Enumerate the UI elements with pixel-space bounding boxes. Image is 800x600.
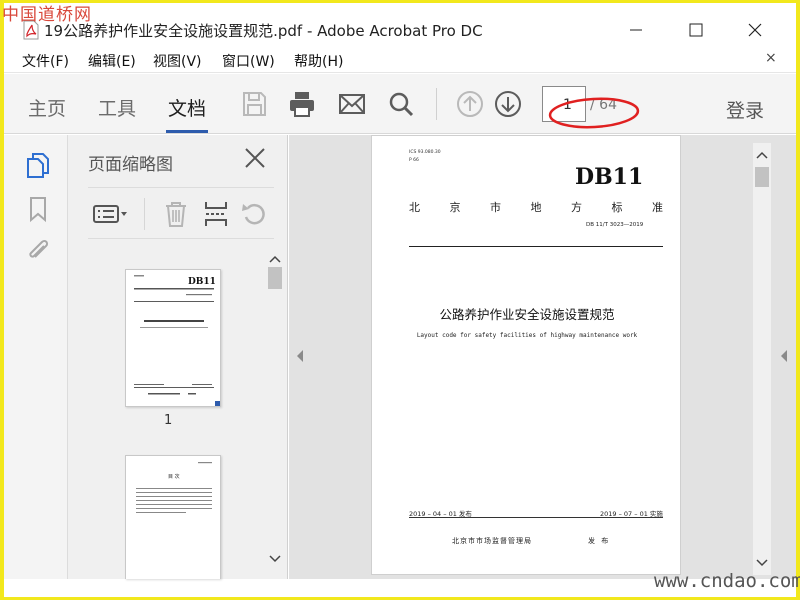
- panel-title: 页面缩略图: [88, 155, 173, 175]
- rotate-page-icon[interactable]: [240, 200, 268, 228]
- page-title-en: Layout code for safety facilities of hig…: [416, 332, 638, 339]
- page-title-cn: 公路养护作业安全设施设置规范: [439, 307, 615, 322]
- previous-page-icon[interactable]: [456, 90, 484, 118]
- page-issue-word: 发 布: [588, 537, 611, 545]
- collapse-left-panel-icon[interactable]: [295, 349, 305, 363]
- bookmarks-icon[interactable]: [24, 195, 52, 223]
- close-panel-icon[interactable]: [242, 145, 268, 171]
- expand-right-panel-icon[interactable]: [779, 349, 789, 363]
- standard-char: 北: [409, 201, 420, 214]
- toolbar-separator: [436, 88, 437, 120]
- insert-page-icon[interactable]: [202, 200, 230, 228]
- delete-page-icon[interactable]: [162, 200, 190, 228]
- tab-home[interactable]: 主页: [28, 94, 66, 121]
- page-thumbnail-2[interactable]: 目 次: [125, 455, 221, 579]
- watermark-top-left: 中国道桥网: [2, 5, 92, 25]
- tab-document[interactable]: 文档: [168, 94, 206, 121]
- thumbnail-toolbar-separator: [144, 198, 145, 230]
- next-page-icon[interactable]: [494, 90, 522, 118]
- doc-scroll-down-icon[interactable]: [755, 557, 769, 569]
- active-tab-indicator: [166, 130, 208, 133]
- page-rule-top: [409, 246, 663, 247]
- scroll-up-icon[interactable]: [268, 253, 282, 265]
- selected-page-marker: [215, 401, 220, 406]
- standard-char: 京: [449, 201, 461, 214]
- standard-char: 标: [611, 201, 623, 214]
- menu-bar: 文件(F) 编辑(E) 视图(V) 窗口(W) 帮助(H) ×: [4, 45, 796, 73]
- minimize-button[interactable]: [616, 15, 656, 45]
- standard-char: 方: [571, 201, 582, 214]
- page-issuer: 北京市市场监督管理局: [452, 537, 532, 545]
- page-rule-bottom: [409, 517, 663, 518]
- window-title: 19公路养护作业安全设施设置规范.pdf - Adobe Acrobat Pro…: [44, 22, 483, 40]
- save-icon[interactable]: [240, 90, 268, 118]
- thumbnail-1-heading: DB11: [188, 277, 216, 287]
- red-annotation-ellipse: [548, 97, 640, 129]
- page-standard-title: 北 京 市 地 方 标 准: [409, 199, 663, 215]
- attachments-icon[interactable]: [24, 237, 52, 265]
- page-class-code: P 66: [409, 158, 419, 163]
- menu-view[interactable]: 视图(V): [153, 51, 202, 71]
- menu-edit[interactable]: 编辑(E): [88, 51, 136, 71]
- maximize-button[interactable]: [676, 15, 716, 45]
- thumbnail-toolbar: [88, 187, 274, 239]
- minimize-icon: [630, 29, 642, 31]
- standard-char: 地: [530, 201, 542, 214]
- thumbnail-scrollbar[interactable]: [266, 247, 284, 577]
- watermark-bottom-right: www.cndao.com: [654, 570, 800, 592]
- main-toolbar: 主页 工具 文档 1 / 64 登录: [4, 74, 796, 134]
- email-icon[interactable]: [338, 90, 366, 118]
- menu-file[interactable]: 文件(F): [22, 51, 69, 71]
- document-scroll-thumb[interactable]: [755, 167, 769, 187]
- page-ics: ICS 93.080.30: [409, 150, 441, 155]
- page-thumbnails-panel: 页面缩略图 DB11 1 目 次: [68, 135, 288, 579]
- navigation-rail: [4, 135, 68, 579]
- page-thumbnail-1[interactable]: DB11: [125, 269, 221, 407]
- maximize-icon: [689, 23, 703, 37]
- doc-scroll-up-icon[interactable]: [755, 149, 769, 161]
- standard-char: 市: [490, 201, 501, 214]
- close-document-icon[interactable]: ×: [765, 50, 777, 66]
- thumbnail-1-label: 1: [164, 413, 173, 428]
- close-icon: [748, 23, 762, 37]
- menu-window[interactable]: 窗口(W): [222, 51, 275, 71]
- page-standard-code: DB 11/T 3023—2019: [586, 222, 644, 228]
- print-icon[interactable]: [288, 90, 316, 118]
- thumbnail-scroll-thumb[interactable]: [268, 267, 282, 289]
- document-scrollbar[interactable]: [753, 143, 771, 575]
- tab-tools[interactable]: 工具: [98, 94, 136, 121]
- document-view: ICS 93.080.30 P 66 DB11 北 京 市 地 方 标 准 DB…: [289, 135, 796, 579]
- standard-char: 准: [652, 201, 663, 214]
- thumbnail-2-heading: 目 次: [168, 473, 180, 480]
- title-bar: 19公路养护作业安全设施设置规范.pdf - Adobe Acrobat Pro…: [4, 3, 796, 45]
- page-thumbnails-icon[interactable]: [24, 151, 52, 179]
- page-db-label: DB11: [575, 164, 644, 190]
- search-icon[interactable]: [387, 90, 415, 118]
- thumbnail-1-preview: DB11: [134, 275, 216, 395]
- sign-in-button[interactable]: 登录: [726, 96, 764, 123]
- acrobat-window: 19公路养护作业安全设施设置规范.pdf - Adobe Acrobat Pro…: [4, 3, 796, 597]
- pdf-page: ICS 93.080.30 P 66 DB11 北 京 市 地 方 标 准 DB…: [371, 135, 681, 575]
- thumbnail-2-preview: 目 次: [136, 462, 212, 513]
- scroll-down-icon[interactable]: [268, 553, 282, 565]
- thumbnail-options-icon[interactable]: [92, 200, 130, 228]
- menu-help[interactable]: 帮助(H): [294, 51, 343, 71]
- close-button[interactable]: [735, 15, 775, 45]
